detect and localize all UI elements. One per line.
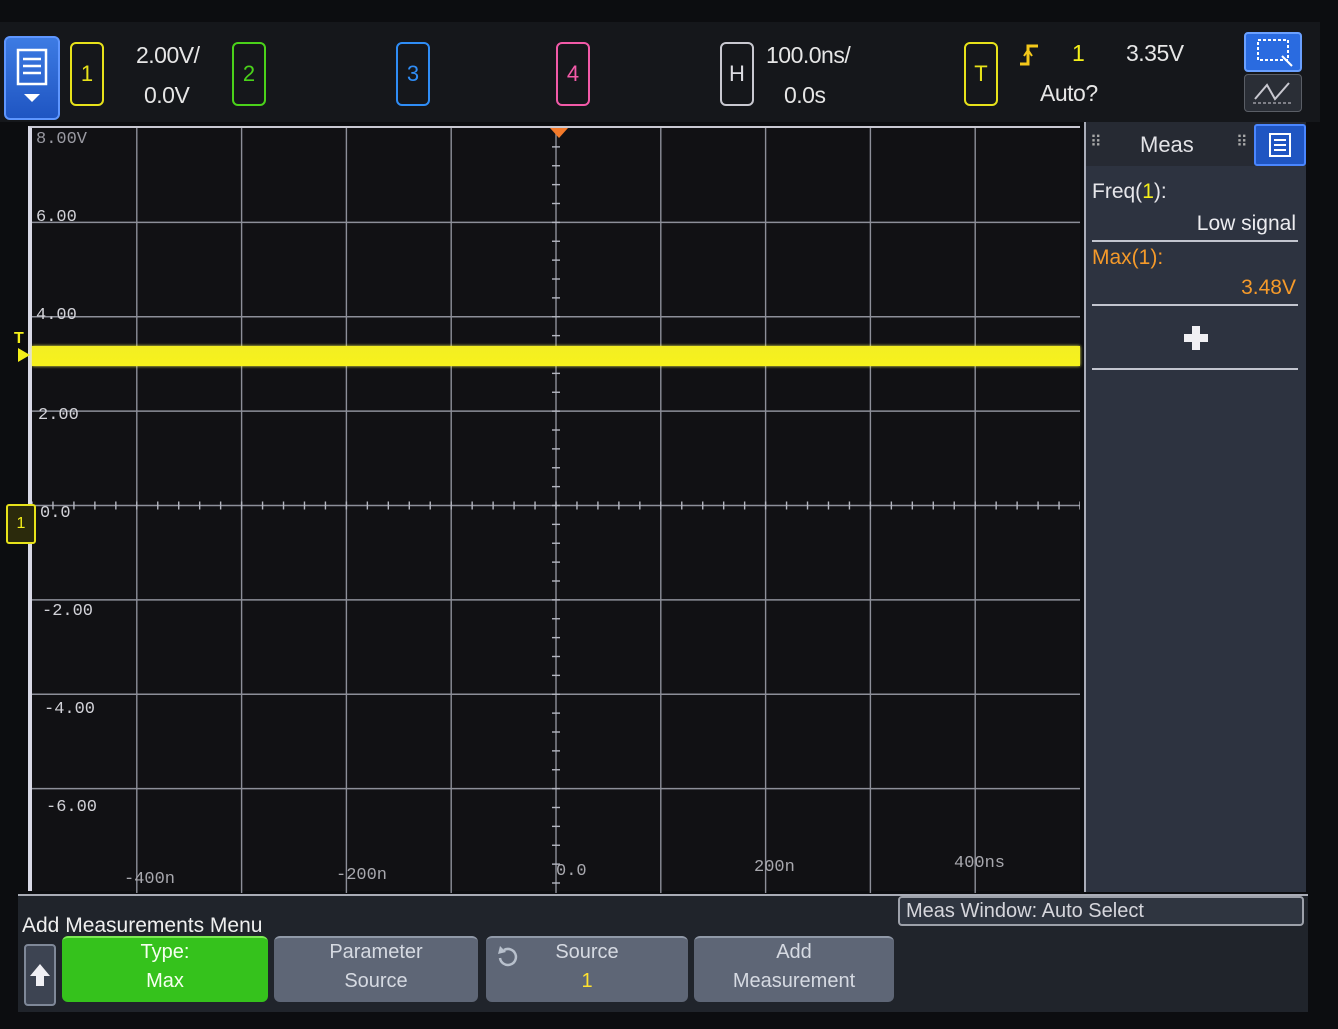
- meas-panel-menu-button[interactable]: [1254, 124, 1306, 166]
- type-softkey[interactable]: Type: Max: [62, 936, 268, 1002]
- zoom-box-icon: [1257, 39, 1293, 67]
- parameter-source-label-2: Source: [344, 970, 408, 992]
- x-label-neg400: -400n: [124, 870, 176, 889]
- graticule: [32, 128, 1080, 893]
- y-label-6: 6.00: [36, 208, 77, 227]
- y-label-neg4: -4.00: [44, 700, 96, 719]
- trigger-level-arrow-icon: [18, 348, 30, 362]
- drag-handle-icon[interactable]: ⠿: [1236, 132, 1248, 152]
- channel-1-ground-marker[interactable]: 1: [6, 504, 36, 544]
- horizontal-button[interactable]: H: [720, 42, 754, 106]
- parameter-source-label-1: Parameter: [329, 941, 423, 963]
- horizontal-label: H: [729, 61, 745, 86]
- channel-1-button[interactable]: 1: [70, 42, 104, 106]
- meas-panel-header: ⠿ Meas ⠿: [1086, 122, 1306, 166]
- x-label-neg200: -200n: [336, 866, 388, 885]
- channel-1-offset: 0.0V: [144, 82, 190, 108]
- rotate-knob-icon: [498, 946, 518, 967]
- add-measurement-label-2: Measurement: [732, 970, 856, 992]
- parameter-source-softkey[interactable]: Parameter Source: [274, 936, 478, 1002]
- meas-divider: [1092, 240, 1298, 242]
- meas-divider: [1092, 304, 1298, 306]
- measurement-panel: ⠿ Meas ⠿ Freq(1): Low signal Max(1): 3.4…: [1084, 122, 1306, 892]
- y-label-neg2: -2.00: [42, 602, 94, 621]
- x-label-0: 0.0: [556, 862, 587, 881]
- trigger-position-marker[interactable]: [548, 126, 570, 140]
- channel-1-scale: 2.00V/: [136, 42, 200, 68]
- add-measurement-plus-button[interactable]: [1182, 324, 1210, 352]
- meas-panel-title: Meas: [1140, 132, 1194, 157]
- rising-edge-icon: [1020, 44, 1038, 66]
- y-label-0: 0.0: [40, 504, 71, 523]
- time-per-division: 100.0ns/: [766, 42, 851, 68]
- channel-3-button[interactable]: 3: [396, 42, 430, 106]
- x-label-200: 200n: [754, 858, 795, 877]
- menu-list-icon: [16, 48, 48, 102]
- type-softkey-label: Type:: [140, 941, 190, 963]
- y-label-neg6: -6.00: [46, 798, 98, 817]
- x-label-400: 400ns: [954, 854, 1006, 873]
- meas-divider: [1092, 368, 1298, 370]
- freq-measurement-value: Low signal: [1196, 212, 1296, 235]
- max-measurement-label[interactable]: Max(1):: [1092, 246, 1163, 270]
- y-label-2: 2.00: [38, 406, 79, 425]
- main-menu-button[interactable]: [4, 36, 60, 120]
- ground-icon: 1: [16, 515, 26, 532]
- trigger-level: 3.35V: [1126, 40, 1184, 66]
- softkey-menu-title: Add Measurements Menu: [22, 914, 263, 937]
- zoom-box-button[interactable]: [1244, 32, 1302, 72]
- waveform-touch-icon: [1253, 82, 1291, 104]
- trigger-button[interactable]: T: [964, 42, 998, 106]
- channel-3-label: 3: [406, 61, 420, 86]
- trigger-mode: Auto?: [1040, 80, 1098, 106]
- channel-2-label: 2: [242, 61, 256, 86]
- channel-2-button[interactable]: 2: [232, 42, 266, 106]
- y-label-4: 4.00: [36, 306, 77, 325]
- top-status-bar: 1 2.00V/ 0.0V 2 3 4 H 100.0ns/ 0.0s T 1 …: [0, 22, 1320, 122]
- softkey-menu-bar: Add Measurements Menu Meas Window: Auto …: [18, 894, 1308, 1012]
- menu-back-button[interactable]: [24, 944, 56, 1006]
- trigger-level-marker[interactable]: T: [14, 330, 30, 362]
- drag-handle-icon[interactable]: ⠿: [1090, 132, 1102, 152]
- trigger-source: 1: [1072, 40, 1085, 66]
- source-softkey-value: 1: [581, 970, 593, 992]
- horizontal-delay: 0.0s: [784, 82, 826, 108]
- up-arrow-icon: [30, 964, 50, 986]
- freq-measurement-label[interactable]: Freq(1):: [1092, 180, 1167, 204]
- channel-4-button[interactable]: 4: [556, 42, 590, 106]
- max-measurement-value: 3.48V: [1241, 276, 1296, 299]
- waveform-display[interactable]: 8.00V 6.00 4.00 2.00 0.0 -2.00 -4.00 -6.…: [28, 126, 1080, 893]
- add-measurement-softkey[interactable]: Add Measurement: [694, 936, 894, 1002]
- y-label-8: 8.00V: [36, 130, 88, 149]
- panel-list-icon: [1269, 133, 1291, 157]
- channel-1-label: 1: [80, 61, 94, 86]
- plus-icon: [1184, 326, 1208, 350]
- trigger-label: T: [974, 61, 988, 86]
- source-softkey[interactable]: Source 1: [486, 936, 688, 1002]
- meas-window-status: Meas Window: Auto Select: [898, 896, 1304, 926]
- channel-4-label: 4: [566, 61, 580, 86]
- channel-1-waveform: [32, 346, 1080, 366]
- type-softkey-value: Max: [146, 970, 184, 992]
- waveform-touch-button[interactable]: [1244, 74, 1302, 112]
- add-measurement-label-1: Add: [776, 941, 812, 963]
